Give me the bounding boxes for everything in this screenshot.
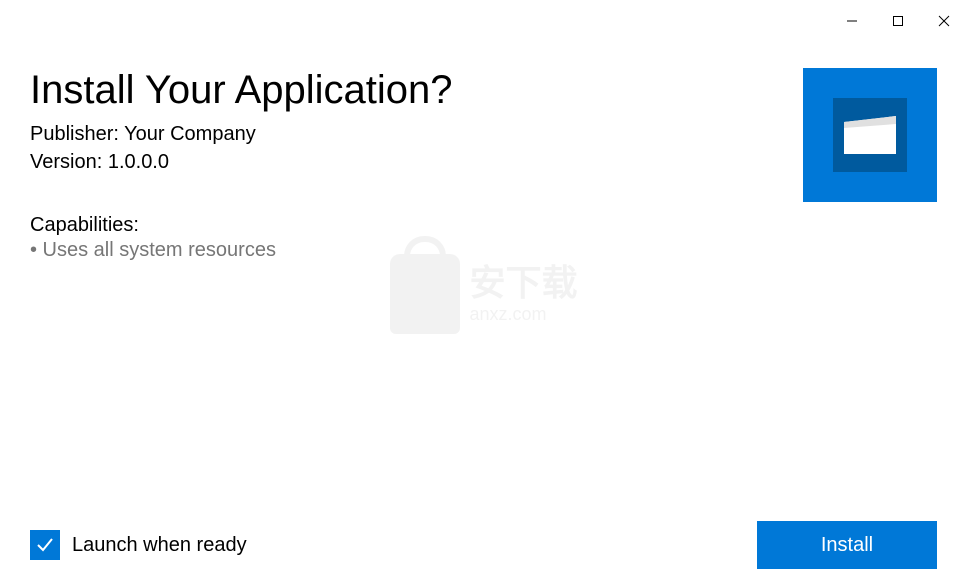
app-icon bbox=[803, 68, 937, 202]
launch-checkbox-label: Launch when ready bbox=[72, 534, 247, 557]
maximize-button[interactable] bbox=[875, 6, 921, 36]
close-button[interactable] bbox=[921, 6, 967, 36]
watermark-subtext: anxz.com bbox=[469, 305, 577, 323]
capabilities-section: Capabilities: • Uses all system resource… bbox=[30, 214, 783, 262]
version-value: 1.0.0.0 bbox=[108, 151, 169, 173]
version-row: Version: 1.0.0.0 bbox=[30, 148, 783, 176]
launch-checkbox[interactable] bbox=[30, 530, 60, 560]
dialog-title: Install Your Application? bbox=[30, 68, 783, 112]
launch-checkbox-group[interactable]: Launch when ready bbox=[30, 530, 247, 560]
footer: Launch when ready Install bbox=[30, 521, 937, 569]
titlebar bbox=[0, 0, 967, 38]
publisher-value: Your Company bbox=[124, 123, 256, 145]
install-button[interactable]: Install bbox=[757, 521, 937, 569]
window-icon bbox=[842, 114, 898, 156]
minimize-icon bbox=[846, 15, 858, 27]
info-section: Install Your Application? Publisher: You… bbox=[30, 68, 783, 262]
watermark-text: 安下载 bbox=[469, 265, 577, 301]
checkmark-icon bbox=[34, 534, 56, 556]
version-label: Version: bbox=[30, 151, 108, 173]
capability-item: • Uses all system resources bbox=[30, 239, 783, 262]
capabilities-label: Capabilities: bbox=[30, 214, 783, 237]
publisher-row: Publisher: Your Company bbox=[30, 120, 783, 148]
watermark-bag-icon bbox=[389, 254, 459, 334]
content-area: Install Your Application? Publisher: You… bbox=[0, 38, 967, 262]
watermark-text-group: 安下载 anxz.com bbox=[469, 265, 577, 323]
minimize-button[interactable] bbox=[829, 6, 875, 36]
close-icon bbox=[938, 15, 950, 27]
publisher-label: Publisher: bbox=[30, 123, 124, 145]
watermark: 安下载 anxz.com bbox=[389, 254, 577, 334]
maximize-icon bbox=[892, 15, 904, 27]
app-icon-inner bbox=[833, 98, 907, 172]
